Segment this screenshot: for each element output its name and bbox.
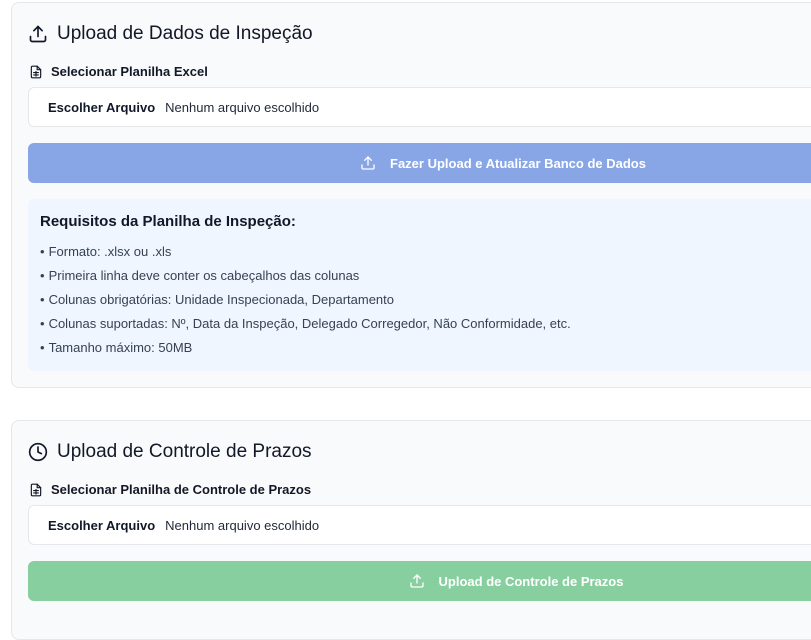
requirement-item: Colunas obrigatórias: Unidade Inspeciona… — [40, 288, 811, 312]
spreadsheet-icon — [29, 65, 43, 79]
requirement-item: Formato: .xlsx ou .xls — [40, 240, 811, 264]
inspection-select-label: Selecionar Planilha Excel — [29, 64, 208, 79]
upload-button-label: Upload de Controle de Prazos — [438, 573, 624, 589]
inspection-file-input[interactable]: Escolher Arquivo Nenhum arquivo escolhid… — [28, 87, 811, 127]
inspection-card-title: Upload de Dados de Inspeção — [28, 23, 313, 45]
deadline-file-input[interactable]: Escolher Arquivo Nenhum arquivo escolhid… — [28, 505, 811, 545]
upload-icon — [28, 24, 48, 44]
requirement-item: Primeira linha deve conter os cabeçalhos… — [40, 264, 811, 288]
file-status-text: Nenhum arquivo escolhido — [165, 99, 320, 115]
inspection-title-text: Upload de Dados de Inspeção — [57, 23, 313, 44]
upload-update-database-button[interactable]: Fazer Upload e Atualizar Banco de Dados — [28, 143, 811, 183]
file-status-text: Nenhum arquivo escolhido — [165, 517, 320, 533]
choose-file-button[interactable]: Escolher Arquivo — [48, 518, 155, 533]
requirement-item: Colunas suportadas: Nº, Data da Inspeção… — [40, 312, 811, 336]
upload-button-label: Fazer Upload e Atualizar Banco de Dados — [390, 155, 646, 171]
spreadsheet-icon — [29, 483, 43, 497]
requirements-list: Formato: .xlsx ou .xls Primeira linha de… — [40, 240, 811, 360]
inspection-upload-card: Upload de Dados de Inspeção Selecionar P… — [11, 2, 811, 388]
upload-icon — [360, 155, 376, 171]
clock-icon — [28, 442, 48, 462]
deadline-select-label: Selecionar Planilha de Controle de Prazo… — [29, 482, 311, 497]
requirements-title: Requisitos da Planilha de Inspeção: — [40, 213, 296, 230]
upload-deadline-control-button[interactable]: Upload de Controle de Prazos — [28, 561, 811, 601]
deadline-upload-card: Upload de Controle de Prazos Selecionar … — [11, 420, 811, 640]
requirements-box: Requisitos da Planilha de Inspeção: Form… — [28, 199, 811, 371]
choose-file-button[interactable]: Escolher Arquivo — [48, 100, 155, 115]
inspection-select-label-text: Selecionar Planilha Excel — [51, 64, 208, 79]
requirement-item: Tamanho máximo: 50MB — [40, 336, 811, 360]
upload-icon — [409, 573, 425, 589]
deadline-title-text: Upload de Controle de Prazos — [57, 441, 312, 462]
deadline-card-title: Upload de Controle de Prazos — [28, 441, 312, 463]
deadline-select-label-text: Selecionar Planilha de Controle de Prazo… — [51, 482, 312, 497]
